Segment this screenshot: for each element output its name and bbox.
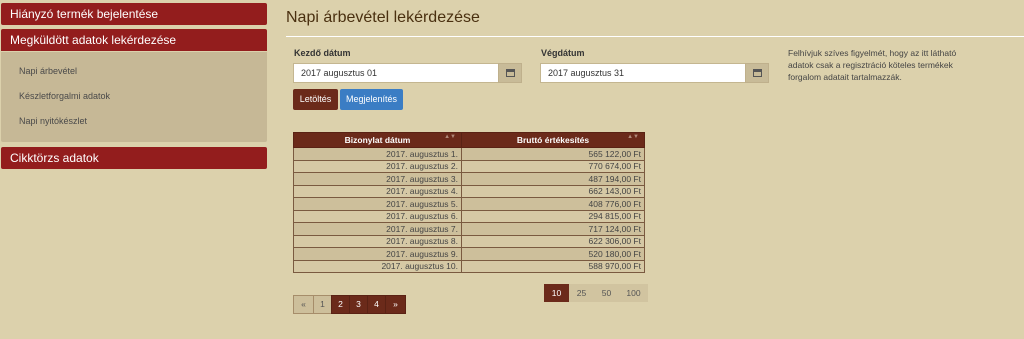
- notice-text: Felhívjuk szíves figyelmét, hogy az itt …: [788, 48, 957, 82]
- table-row: 2017. augusztus 3. 487 194,00 Ft: [293, 172, 645, 186]
- download-button[interactable]: Letöltés: [293, 89, 338, 110]
- page-size-10[interactable]: 10: [544, 284, 569, 302]
- pagination-prev[interactable]: «: [293, 295, 314, 314]
- pagination: « 1 2 3 4 »: [293, 295, 406, 314]
- column-header-date[interactable]: Bizonylat dátum ▲▼: [293, 132, 462, 148]
- table-row: 2017. augusztus 10. 588 970,00 Ft: [293, 259, 645, 273]
- pagination-page-3[interactable]: 3: [349, 295, 368, 314]
- page-size-25[interactable]: 25: [569, 284, 594, 302]
- start-date-input[interactable]: 2017 augusztus 01: [293, 63, 499, 83]
- pagination-page-1[interactable]: 1: [313, 295, 332, 314]
- pagination-page-4[interactable]: 4: [367, 295, 386, 314]
- start-date-calendar-button[interactable]: [498, 63, 522, 83]
- pagination-page-2[interactable]: 2: [331, 295, 350, 314]
- title-divider: [286, 36, 1024, 37]
- start-date-label: Kezdő dátum: [294, 48, 351, 58]
- submenu-panel: Napi árbevétel Készletforgalmi adatok Na…: [1, 52, 267, 142]
- end-date-input[interactable]: 2017 augusztus 31: [540, 63, 746, 83]
- table-row: 2017. augusztus 8. 622 306,00 Ft: [293, 234, 645, 248]
- table-row: 2017. augusztus 1. 565 122,00 Ft: [293, 147, 645, 161]
- table-row: 2017. augusztus 2. 770 674,00 Ft: [293, 159, 645, 173]
- table-row: 2017. augusztus 4. 662 143,00 Ft: [293, 184, 645, 198]
- sidebar-item-daily-revenue[interactable]: Napi árbevétel: [19, 66, 77, 76]
- table-row: 2017. augusztus 9. 520 180,00 Ft: [293, 247, 645, 261]
- end-date-calendar-button[interactable]: [745, 63, 769, 83]
- show-button[interactable]: Megjelenítés: [340, 89, 403, 110]
- calendar-icon: [752, 69, 762, 77]
- revenue-table: Bizonylat dátum ▲▼ Bruttó értékesítés ▲▼ 2…: [293, 132, 645, 273]
- sort-icon: ▲▼: [444, 134, 456, 140]
- calendar-icon: [505, 69, 515, 77]
- end-date-label: Végdátum: [541, 48, 585, 58]
- menu-header-submitted-data[interactable]: Megküldött adatok lekérdezése: [1, 29, 267, 51]
- page-size-100[interactable]: 100: [619, 284, 648, 302]
- sidebar-item-daily-opening-stock[interactable]: Napi nyitókészlet: [19, 116, 87, 126]
- page-size-selector: 10 25 50 100: [544, 284, 648, 302]
- page-size-50[interactable]: 50: [594, 284, 619, 302]
- sort-icon: ▲▼: [627, 134, 639, 140]
- menu-header-missing-product[interactable]: Hiányzó termék bejelentése: [1, 3, 267, 25]
- pagination-next[interactable]: »: [385, 295, 406, 314]
- table-row: 2017. augusztus 7. 717 124,00 Ft: [293, 222, 645, 236]
- column-header-gross-sales[interactable]: Bruttó értékesítés ▲▼: [461, 132, 645, 148]
- sidebar-item-stock-movement[interactable]: Készletforgalmi adatok: [19, 91, 110, 101]
- main-content: Napi árbevétel lekérdezése Kezdő dátum 2…: [286, 0, 1024, 339]
- table-row: 2017. augusztus 5. 408 776,00 Ft: [293, 197, 645, 211]
- page-title: Napi árbevétel lekérdezése: [286, 9, 480, 26]
- table-row: 2017. augusztus 6. 294 815,00 Ft: [293, 209, 645, 223]
- menu-header-item-master[interactable]: Cikktörzs adatok: [1, 147, 267, 169]
